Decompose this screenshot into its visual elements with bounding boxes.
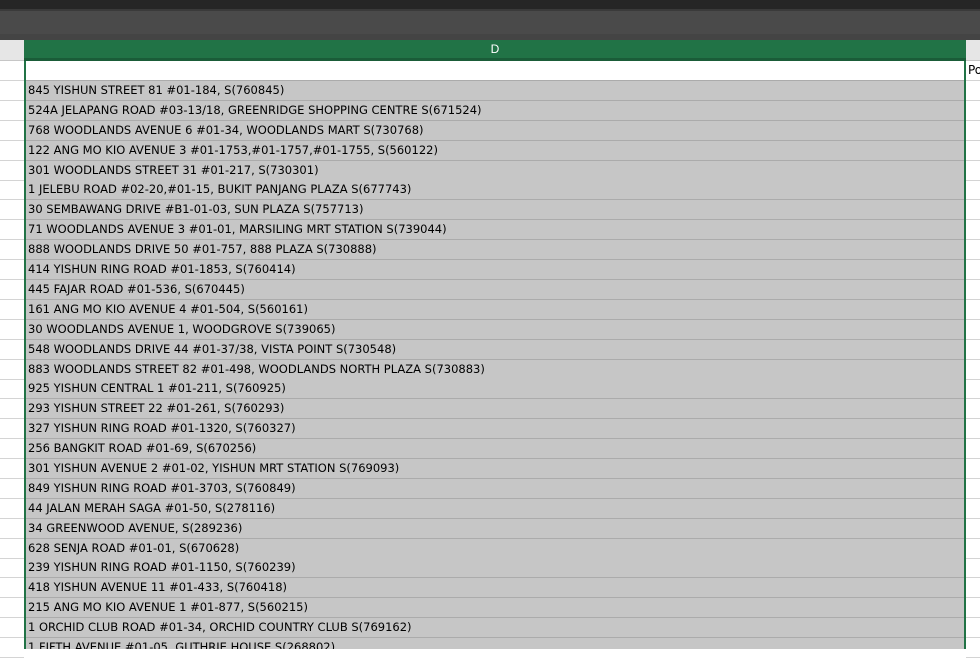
gridline: [0, 259, 24, 260]
gridline: [0, 80, 24, 81]
cell-d-address[interactable]: 414 YISHUN RING ROAD #01-1853, S(760414): [26, 260, 964, 280]
gridline: [0, 478, 24, 479]
cell-d-address[interactable]: 327 YISHUN RING ROAD #01-1320, S(760327): [26, 419, 964, 439]
cell-d-header-row[interactable]: [26, 61, 964, 81]
cell-d-address[interactable]: 845 YISHUN STREET 81 #01-184, S(760845): [26, 81, 964, 101]
gridline: [966, 577, 980, 578]
cell-d-address[interactable]: 628 SENJA ROAD #01-01, S(670628): [26, 539, 964, 559]
gridline: [0, 120, 24, 121]
cell-d-address[interactable]: 301 WOODLANDS STREET 31 #01-217, S(73030…: [26, 161, 964, 181]
gridline: [0, 458, 24, 459]
gridline: [966, 498, 980, 499]
gridline: [966, 160, 980, 161]
gridline: [0, 359, 24, 360]
gridline: [0, 498, 24, 499]
cell-d-address[interactable]: 1 JELEBU ROAD #02-20,#01-15, BUKIT PANJA…: [26, 180, 964, 200]
cell-d-address[interactable]: 925 YISHUN CENTRAL 1 #01-211, S(760925): [26, 379, 964, 399]
gridline: [966, 239, 980, 240]
gridline: [0, 597, 24, 598]
gridline: [0, 180, 24, 181]
cell-d-address[interactable]: 215 ANG MO KIO AVENUE 1 #01-877, S(56021…: [26, 598, 964, 618]
cell-d-address[interactable]: 548 WOODLANDS DRIVE 44 #01-37/38, VISTA …: [26, 340, 964, 360]
gridline: [966, 279, 980, 280]
gridline: [966, 617, 980, 618]
cell-d-address[interactable]: 34 GREENWOOD AVENUE, S(289236): [26, 519, 964, 539]
cell-d-address[interactable]: 161 ANG MO KIO AVENUE 4 #01-504, S(56016…: [26, 300, 964, 320]
gridline: [0, 617, 24, 618]
gridline: [966, 140, 980, 141]
gridline: [0, 379, 24, 380]
column-c-cells[interactable]: [0, 61, 24, 658]
gridline: [0, 279, 24, 280]
cell-d-address[interactable]: 849 YISHUN RING ROAD #01-3703, S(760849): [26, 479, 964, 499]
gridline: [966, 100, 980, 101]
gridline: [0, 418, 24, 419]
formula-bar-area[interactable]: [0, 11, 980, 34]
gridline: [966, 180, 980, 181]
gridline: [0, 160, 24, 161]
gridline: [966, 558, 980, 559]
gridline: [0, 637, 24, 638]
gridline: [966, 319, 980, 320]
cell-d-address[interactable]: 44 JALAN MERAH SAGA #01-50, S(278116): [26, 499, 964, 519]
gridline: [966, 478, 980, 479]
gridline: [0, 100, 24, 101]
gridline: [966, 259, 980, 260]
cell-d-address[interactable]: 71 WOODLANDS AVENUE 3 #01-01, MARSILING …: [26, 220, 964, 240]
column-d-selection[interactable]: 845 YISHUN STREET 81 #01-184, S(760845) 5…: [24, 61, 966, 649]
column-e-header-cell-text: Po: [968, 63, 980, 77]
cell-d-address[interactable]: 1 ORCHID CLUB ROAD #01-34, ORCHID COUNTR…: [26, 618, 964, 638]
gridline: [0, 398, 24, 399]
gridline: [966, 339, 980, 340]
gridline: [0, 577, 24, 578]
column-header-e[interactable]: [966, 40, 980, 61]
gridline: [966, 359, 980, 360]
gridline: [0, 319, 24, 320]
gridline: [0, 538, 24, 539]
column-header-d[interactable]: D: [24, 40, 966, 61]
gridline: [0, 299, 24, 300]
gridline: [966, 637, 980, 638]
gridline: [966, 458, 980, 459]
gridline: [966, 219, 980, 220]
gridline: [966, 379, 980, 380]
gridline: [0, 219, 24, 220]
gridline: [966, 418, 980, 419]
gridline: [0, 518, 24, 519]
gridline: [0, 339, 24, 340]
gridline: [966, 299, 980, 300]
gridline: [966, 398, 980, 399]
cell-d-address[interactable]: 122 ANG MO KIO AVENUE 3 #01-1753,#01-175…: [26, 141, 964, 161]
gridline: [966, 199, 980, 200]
cell-d-address[interactable]: 768 WOODLANDS AVENUE 6 #01-34, WOODLANDS…: [26, 121, 964, 141]
cell-d-address[interactable]: 883 WOODLANDS STREET 82 #01-498, WOODLAN…: [26, 360, 964, 380]
gridline: [0, 438, 24, 439]
gridline: [966, 438, 980, 439]
cell-d-address[interactable]: 445 FAJAR ROAD #01-536, S(670445): [26, 280, 964, 300]
gridline: [966, 518, 980, 519]
cell-d-address[interactable]: 301 YISHUN AVENUE 2 #01-02, YISHUN MRT S…: [26, 459, 964, 479]
column-header-c[interactable]: [0, 40, 24, 61]
window-title-bar: [0, 0, 980, 9]
cell-d-address[interactable]: 30 SEMBAWANG DRIVE #B1-01-03, SUN PLAZA …: [26, 200, 964, 220]
cell-d-address[interactable]: 418 YISHUN AVENUE 11 #01-433, S(760418): [26, 578, 964, 598]
gridline: [0, 199, 24, 200]
gridline: [0, 239, 24, 240]
cell-d-address[interactable]: 256 BANGKIT ROAD #01-69, S(670256): [26, 439, 964, 459]
gridline: [966, 80, 980, 81]
cell-d-address[interactable]: 888 WOODLANDS DRIVE 50 #01-757, 888 PLAZ…: [26, 240, 964, 260]
gridline: [0, 140, 24, 141]
cell-d-address[interactable]: 524A JELAPANG ROAD #03-13/18, GREENRIDGE…: [26, 101, 964, 121]
cell-d-address[interactable]: 30 WOODLANDS AVENUE 1, WOODGROVE S(73906…: [26, 320, 964, 340]
cell-d-address[interactable]: 1 FIFTH AVENUE #01-05, GUTHRIE HOUSE S(2…: [26, 638, 964, 649]
gridline: [966, 597, 980, 598]
gridline: [0, 558, 24, 559]
cell-d-address[interactable]: 293 YISHUN STREET 22 #01-261, S(760293): [26, 399, 964, 419]
cell-d-address[interactable]: 239 YISHUN RING ROAD #01-1150, S(760239): [26, 558, 964, 578]
gridline: [966, 538, 980, 539]
column-e-cells[interactable]: Po: [966, 61, 980, 658]
gridline: [966, 120, 980, 121]
